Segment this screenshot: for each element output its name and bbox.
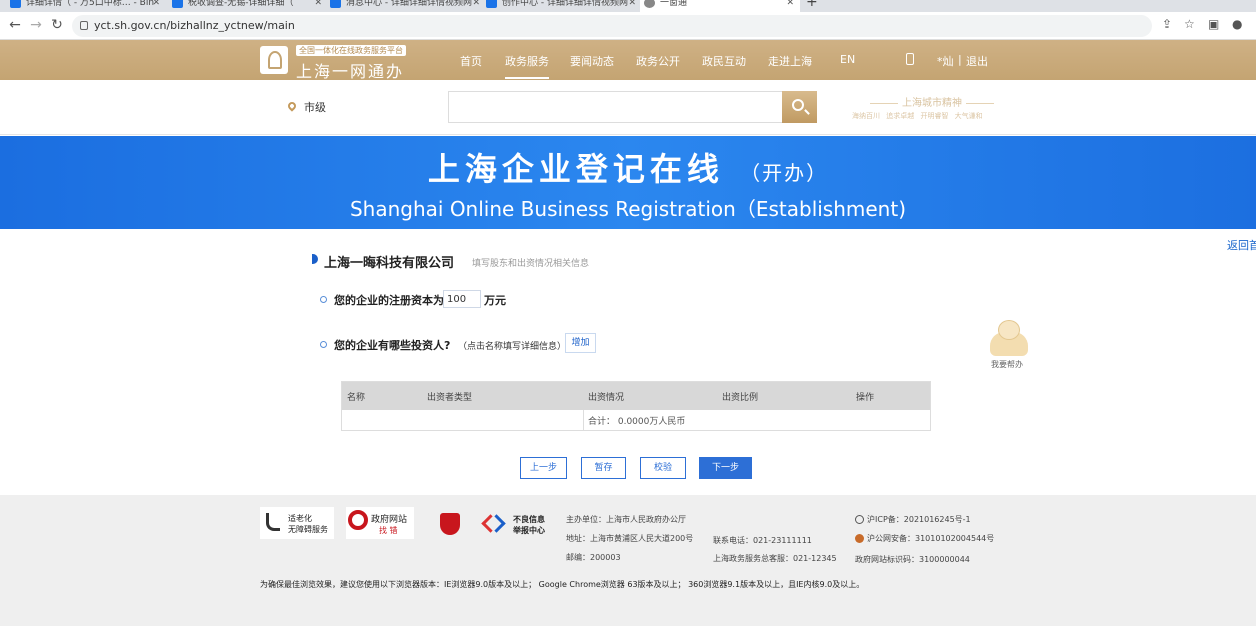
close-tab-icon[interactable]: ✕ xyxy=(314,0,322,12)
city-spirit-words: 海纳百川 追求卓越 开明睿智 大气谦和 xyxy=(852,112,983,120)
user-name[interactable]: *灿 xyxy=(937,53,954,69)
total-amount: 合计： 0.0000万人民币 xyxy=(588,417,686,427)
search-button[interactable] xyxy=(782,91,817,123)
capital-input[interactable] xyxy=(443,290,481,308)
browser-tab[interactable]: 详细详情（ - 万5口中标… - Bin ✕ xyxy=(6,0,166,12)
icp-info[interactable]: 沪ICP备：2021016245号-1 xyxy=(867,514,971,525)
column-header: 出资比例 xyxy=(722,393,759,403)
site-header: 全国一体化在线政务服务平台 上海一网通办 首页 政务服务 要闻动态 政务公开 政… xyxy=(0,40,1256,82)
share-icon[interactable]: ⇪ xyxy=(1162,17,1172,31)
url-field[interactable]: yct.sh.gov.cn/bizhallnz_yctnew/main xyxy=(72,15,1152,37)
search-icon xyxy=(792,99,804,111)
column-header: 操作 xyxy=(856,393,875,403)
nav-interaction[interactable]: 政民互动 xyxy=(702,53,746,69)
search-row: 市级 上海城市精神 海纳百川 追求卓越 开明睿智 大气谦和 xyxy=(0,80,1256,135)
investors-hint: （点击名称填写详细信息） xyxy=(458,342,567,352)
column-header: 出资者类型 xyxy=(427,393,473,403)
report-center-icon[interactable] xyxy=(482,513,504,535)
lock-icon xyxy=(80,21,88,30)
next-step-button[interactable]: 下一步 xyxy=(699,457,752,479)
side-panel-icon[interactable]: ▣ xyxy=(1208,17,1219,31)
phone-info: 联系电话：021-23111111 xyxy=(713,536,812,545)
back-home-link[interactable]: 返回首 xyxy=(1227,237,1256,253)
mobile-phone-icon[interactable] xyxy=(906,53,914,65)
bookmark-star-icon[interactable]: ☆ xyxy=(1184,17,1195,31)
platform-tagline: 全国一体化在线政务服务平台 xyxy=(296,45,406,56)
close-tab-icon[interactable]: ✕ xyxy=(628,0,636,12)
site-favicon-icon xyxy=(172,0,183,8)
nav-services[interactable]: 政务服务 xyxy=(505,53,549,79)
forward-arrow-icon[interactable]: → xyxy=(27,17,45,33)
banner-title: 上海企业登记在线 （开办） xyxy=(427,150,829,188)
save-draft-button[interactable]: 暂存 xyxy=(581,457,626,479)
search-input[interactable] xyxy=(448,91,782,123)
postcode-info: 邮编：200003 xyxy=(566,553,621,562)
site-footer: 适老化 无障碍服务 政府网站 找 错 不良信息 举报中心 主办单位：上海市人民政府… xyxy=(0,495,1256,626)
elderly-access-badge[interactable]: 适老化 无障碍服务 xyxy=(260,507,334,539)
city-spirit-title: 上海城市精神 xyxy=(866,94,998,109)
capital-unit: 万元 xyxy=(484,294,506,307)
banner-subtitle: Shanghai Online Business Registration（Es… xyxy=(349,197,907,221)
report-center-label[interactable]: 不良信息 举报中心 xyxy=(513,514,545,536)
nav-home[interactable]: 首页 xyxy=(460,53,482,69)
globe-icon xyxy=(644,0,655,8)
city-selector[interactable]: 市级 xyxy=(304,99,326,115)
investors-question: 您的企业有哪些投资人? xyxy=(334,339,451,352)
accessibility-icon xyxy=(266,513,280,531)
reload-icon[interactable]: ↻ xyxy=(48,17,66,33)
address-info: 地址：上海市黄浦区人民大道200号 xyxy=(566,534,694,543)
browser-tab-active[interactable]: 一窗通 ✕ xyxy=(640,0,800,12)
site-brand[interactable]: 上海一网通办 xyxy=(296,58,404,82)
new-tab-icon[interactable]: + xyxy=(806,0,818,10)
nav-public[interactable]: 政务公开 xyxy=(636,53,680,69)
column-header: 出资情况 xyxy=(588,393,625,403)
hotline-info: 上海政务服务总客服：021-12345 xyxy=(713,554,837,563)
assistant-mascot-icon[interactable] xyxy=(986,320,1030,358)
gov-site-error-badge[interactable]: 政府网站 找 错 xyxy=(346,507,414,539)
magnifier-icon xyxy=(348,510,368,530)
browser-tab[interactable]: 创作中心 - 详细详细详情视频网 ✕ xyxy=(482,0,642,12)
capital-question: 您的企业的注册资本为 xyxy=(334,294,444,307)
location-pin-icon xyxy=(286,100,298,112)
site-logo-icon[interactable] xyxy=(260,46,288,74)
company-hint: 填写股东和出资情况相关信息 xyxy=(472,259,590,269)
profile-icon[interactable]: ● xyxy=(1232,17,1242,31)
logout-link[interactable]: 退出 xyxy=(966,53,988,69)
bullet-icon xyxy=(320,341,327,348)
close-tab-icon[interactable]: ✕ xyxy=(786,0,794,12)
prev-step-button[interactable]: 上一步 xyxy=(520,457,567,479)
site-code-info: 政府网站标识码：3100000044 xyxy=(855,555,970,564)
nav-shanghai[interactable]: 走进上海 xyxy=(768,53,812,69)
site-favicon-icon xyxy=(486,0,497,8)
company-name: 上海一晦科技有限公司 xyxy=(324,256,455,271)
table-row: 合计： 0.0000万人民币 xyxy=(342,410,930,430)
site-favicon-icon xyxy=(10,0,21,8)
sponsor-info: 主办单位：上海市人民政府办公厅 xyxy=(566,515,686,524)
table-header: 名称 出资者类型 出资情况 出资比例 操作 xyxy=(342,382,930,410)
police-emblem-icon[interactable] xyxy=(440,513,460,535)
close-tab-icon[interactable]: ✕ xyxy=(152,0,160,12)
browser-recommendation: 为确保最佳浏览效果，建议您使用以下浏览器版本：IE浏览器9.0版本及以上； Go… xyxy=(260,580,865,589)
browser-address-bar: ← → ↻ yct.sh.gov.cn/bizhallnz_yctnew/mai… xyxy=(0,12,1256,40)
bullet-icon xyxy=(320,296,327,303)
browser-tab[interactable]: 消息中心 - 详细详细详情视频网 ✕ xyxy=(326,0,486,12)
investors-table: 名称 出资者类型 出资情况 出资比例 操作 合计： 0.0000万人民币 xyxy=(341,381,931,431)
page-banner: 上海企业登记在线 （开办） Shanghai Online Business R… xyxy=(0,136,1256,229)
back-arrow-icon[interactable]: ← xyxy=(6,17,24,33)
icp-icon xyxy=(855,515,864,524)
site-favicon-icon xyxy=(330,0,341,8)
validate-button[interactable]: 校验 xyxy=(640,457,686,479)
header-divider: | xyxy=(958,53,962,66)
section-marker xyxy=(312,254,318,264)
assistant-label[interactable]: 我要帮办 xyxy=(991,359,1023,370)
police-record-info[interactable]: 沪公网安备：31010102004544号 xyxy=(867,533,994,544)
police-badge-icon xyxy=(855,534,864,543)
nav-news[interactable]: 要闻动态 xyxy=(570,53,614,69)
add-investor-button[interactable]: 增加 xyxy=(565,333,596,353)
browser-tab-strip: 详细详情（ - 万5口中标… - Bin ✕ 税收调查-无锡-详细详细（ ✕ 消息中… xyxy=(0,0,1256,12)
browser-tab[interactable]: 税收调查-无锡-详细详细（ ✕ xyxy=(168,0,328,12)
column-header: 名称 xyxy=(347,393,366,403)
close-tab-icon[interactable]: ✕ xyxy=(472,0,480,12)
nav-english[interactable]: EN xyxy=(840,53,855,66)
